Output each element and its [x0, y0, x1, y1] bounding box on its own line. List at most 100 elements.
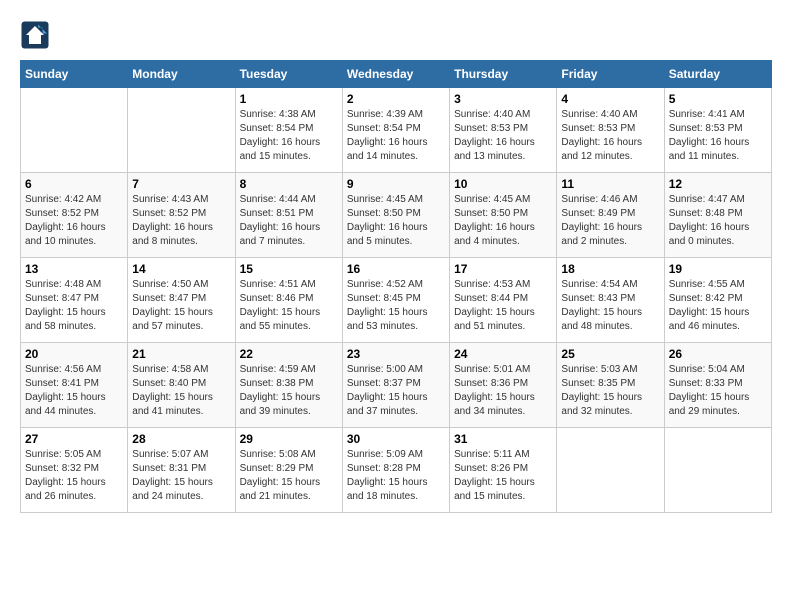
day-info: Sunrise: 5:00 AM Sunset: 8:37 PM Dayligh…	[347, 363, 445, 419]
day-info: Sunrise: 4:55 AM Sunset: 8:42 PM Dayligh…	[669, 278, 767, 334]
day-info: Sunrise: 4:45 AM Sunset: 8:50 PM Dayligh…	[347, 193, 445, 249]
day-info: Sunrise: 4:45 AM Sunset: 8:50 PM Dayligh…	[454, 193, 552, 249]
calendar-cell: 29 Sunrise: 5:08 AM Sunset: 8:29 PM Dayli…	[235, 428, 342, 513]
calendar-cell: 2 Sunrise: 4:39 AM Sunset: 8:54 PM Daylig…	[342, 88, 449, 173]
calendar-cell: 6 Sunrise: 4:42 AM Sunset: 8:52 PM Daylig…	[21, 173, 128, 258]
calendar-cell: 7Sunrise: 4:43 AM Sunset: 8:52 PM Daylig…	[128, 173, 235, 258]
day-info: Sunrise: 4:51 AM Sunset: 8:46 PM Dayligh…	[240, 278, 338, 334]
logo	[20, 20, 54, 50]
day-number: 2	[347, 92, 445, 106]
day-info: Sunrise: 4:52 AM Sunset: 8:45 PM Dayligh…	[347, 278, 445, 334]
column-header-thursday: Thursday	[450, 61, 557, 88]
calendar-cell: 4Sunrise: 4:40 AM Sunset: 8:53 PM Daylig…	[557, 88, 664, 173]
day-number: 1	[240, 92, 338, 106]
day-info: Sunrise: 4:54 AM Sunset: 8:43 PM Dayligh…	[561, 278, 659, 334]
day-number: 17	[454, 262, 552, 276]
day-info: Sunrise: 4:47 AM Sunset: 8:48 PM Dayligh…	[669, 193, 767, 249]
calendar-cell: 18 Sunrise: 4:54 AM Sunset: 8:43 PM Dayli…	[557, 258, 664, 343]
calendar-cell: 23Sunrise: 5:00 AM Sunset: 8:37 PM Dayli…	[342, 343, 449, 428]
calendar-cell: 12Sunrise: 4:47 AM Sunset: 8:48 PM Dayli…	[664, 173, 771, 258]
calendar-cell: 22 Sunrise: 4:59 AM Sunset: 8:38 PM Dayli…	[235, 343, 342, 428]
calendar-cell: 31Sunrise: 5:11 AM Sunset: 8:26 PM Dayli…	[450, 428, 557, 513]
page-header	[20, 20, 772, 50]
day-number: 7	[132, 177, 230, 191]
day-info: Sunrise: 4:39 AM Sunset: 8:54 PM Dayligh…	[347, 108, 445, 164]
calendar-cell	[128, 88, 235, 173]
day-info: Sunrise: 4:40 AM Sunset: 8:53 PM Dayligh…	[561, 108, 659, 164]
day-info: Sunrise: 5:01 AM Sunset: 8:36 PM Dayligh…	[454, 363, 552, 419]
day-number: 18	[561, 262, 659, 276]
calendar-cell	[664, 428, 771, 513]
day-number: 14	[132, 262, 230, 276]
calendar-cell: 20 Sunrise: 4:56 AM Sunset: 8:41 PM Dayli…	[21, 343, 128, 428]
calendar-cell: 21 Sunrise: 4:58 AM Sunset: 8:40 PM Dayli…	[128, 343, 235, 428]
day-info: Sunrise: 5:08 AM Sunset: 8:29 PM Dayligh…	[240, 448, 338, 504]
calendar-cell: 16 Sunrise: 4:52 AM Sunset: 8:45 PM Dayli…	[342, 258, 449, 343]
day-number: 3	[454, 92, 552, 106]
calendar-cell: 1 Sunrise: 4:38 AM Sunset: 8:54 PM Daylig…	[235, 88, 342, 173]
calendar-cell: 5 Sunrise: 4:41 AM Sunset: 8:53 PM Daylig…	[664, 88, 771, 173]
calendar-cell: 28 Sunrise: 5:07 AM Sunset: 8:31 PM Dayli…	[128, 428, 235, 513]
day-number: 15	[240, 262, 338, 276]
calendar-cell: 11 Sunrise: 4:46 AM Sunset: 8:49 PM Dayli…	[557, 173, 664, 258]
day-info: Sunrise: 4:44 AM Sunset: 8:51 PM Dayligh…	[240, 193, 338, 249]
day-info: Sunrise: 5:04 AM Sunset: 8:33 PM Dayligh…	[669, 363, 767, 419]
day-number: 6	[25, 177, 123, 191]
column-header-tuesday: Tuesday	[235, 61, 342, 88]
calendar-cell: 10 Sunrise: 4:45 AM Sunset: 8:50 PM Dayli…	[450, 173, 557, 258]
calendar-cell: 13 Sunrise: 4:48 AM Sunset: 8:47 PM Dayli…	[21, 258, 128, 343]
day-number: 22	[240, 347, 338, 361]
day-info: Sunrise: 5:05 AM Sunset: 8:32 PM Dayligh…	[25, 448, 123, 504]
day-info: Sunrise: 4:50 AM Sunset: 8:47 PM Dayligh…	[132, 278, 230, 334]
column-header-wednesday: Wednesday	[342, 61, 449, 88]
calendar-cell: 19Sunrise: 4:55 AM Sunset: 8:42 PM Dayli…	[664, 258, 771, 343]
day-number: 9	[347, 177, 445, 191]
calendar-cell: 27 Sunrise: 5:05 AM Sunset: 8:32 PM Dayli…	[21, 428, 128, 513]
calendar-cell: 8Sunrise: 4:44 AM Sunset: 8:51 PM Daylig…	[235, 173, 342, 258]
day-info: Sunrise: 4:58 AM Sunset: 8:40 PM Dayligh…	[132, 363, 230, 419]
day-number: 20	[25, 347, 123, 361]
calendar-cell: 3 Sunrise: 4:40 AM Sunset: 8:53 PM Daylig…	[450, 88, 557, 173]
day-info: Sunrise: 4:46 AM Sunset: 8:49 PM Dayligh…	[561, 193, 659, 249]
day-number: 11	[561, 177, 659, 191]
day-info: Sunrise: 5:03 AM Sunset: 8:35 PM Dayligh…	[561, 363, 659, 419]
day-number: 27	[25, 432, 123, 446]
calendar-cell: 9 Sunrise: 4:45 AM Sunset: 8:50 PM Daylig…	[342, 173, 449, 258]
day-info: Sunrise: 4:40 AM Sunset: 8:53 PM Dayligh…	[454, 108, 552, 164]
week-row-2: 6 Sunrise: 4:42 AM Sunset: 8:52 PM Daylig…	[21, 173, 772, 258]
day-number: 10	[454, 177, 552, 191]
day-info: Sunrise: 4:56 AM Sunset: 8:41 PM Dayligh…	[25, 363, 123, 419]
day-info: Sunrise: 4:38 AM Sunset: 8:54 PM Dayligh…	[240, 108, 338, 164]
day-number: 13	[25, 262, 123, 276]
day-number: 24	[454, 347, 552, 361]
column-header-monday: Monday	[128, 61, 235, 88]
day-number: 5	[669, 92, 767, 106]
day-number: 21	[132, 347, 230, 361]
day-number: 31	[454, 432, 552, 446]
calendar-cell	[21, 88, 128, 173]
week-row-4: 20 Sunrise: 4:56 AM Sunset: 8:41 PM Dayli…	[21, 343, 772, 428]
day-info: Sunrise: 4:42 AM Sunset: 8:52 PM Dayligh…	[25, 193, 123, 249]
day-number: 25	[561, 347, 659, 361]
calendar-cell: 15 Sunrise: 4:51 AM Sunset: 8:46 PM Dayli…	[235, 258, 342, 343]
day-info: Sunrise: 4:53 AM Sunset: 8:44 PM Dayligh…	[454, 278, 552, 334]
calendar-cell: 26Sunrise: 5:04 AM Sunset: 8:33 PM Dayli…	[664, 343, 771, 428]
day-info: Sunrise: 4:48 AM Sunset: 8:47 PM Dayligh…	[25, 278, 123, 334]
day-info: Sunrise: 5:07 AM Sunset: 8:31 PM Dayligh…	[132, 448, 230, 504]
week-row-1: 1 Sunrise: 4:38 AM Sunset: 8:54 PM Daylig…	[21, 88, 772, 173]
week-row-5: 27 Sunrise: 5:05 AM Sunset: 8:32 PM Dayli…	[21, 428, 772, 513]
calendar-cell: 14 Sunrise: 4:50 AM Sunset: 8:47 PM Dayli…	[128, 258, 235, 343]
day-number: 29	[240, 432, 338, 446]
day-number: 30	[347, 432, 445, 446]
calendar-cell	[557, 428, 664, 513]
day-number: 28	[132, 432, 230, 446]
calendar-cell: 17 Sunrise: 4:53 AM Sunset: 8:44 PM Dayli…	[450, 258, 557, 343]
calendar-cell: 24 Sunrise: 5:01 AM Sunset: 8:36 PM Dayli…	[450, 343, 557, 428]
week-row-3: 13 Sunrise: 4:48 AM Sunset: 8:47 PM Dayli…	[21, 258, 772, 343]
column-header-sunday: Sunday	[21, 61, 128, 88]
day-info: Sunrise: 4:41 AM Sunset: 8:53 PM Dayligh…	[669, 108, 767, 164]
day-number: 16	[347, 262, 445, 276]
calendar-cell: 30Sunrise: 5:09 AM Sunset: 8:28 PM Dayli…	[342, 428, 449, 513]
column-header-saturday: Saturday	[664, 61, 771, 88]
day-info: Sunrise: 4:59 AM Sunset: 8:38 PM Dayligh…	[240, 363, 338, 419]
